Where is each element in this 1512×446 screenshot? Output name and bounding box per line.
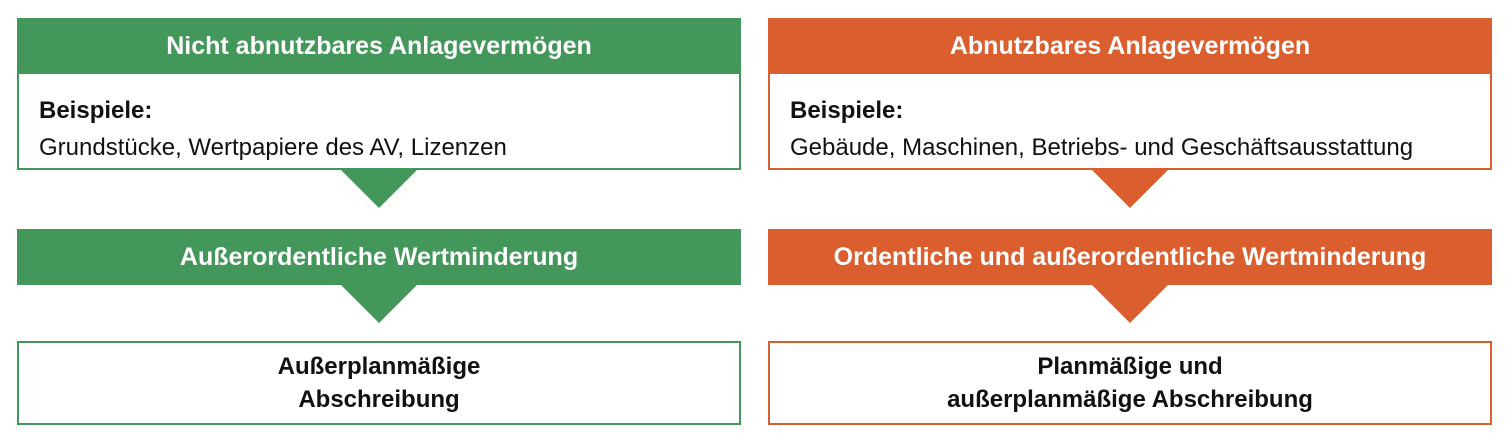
left-arrow-down-icon-2 — [341, 285, 417, 323]
left-reduction-box: Außerordentliche Wertminderung — [17, 229, 741, 285]
right-result-line2: außerplanmäßige Abschreibung — [947, 386, 1313, 413]
right-examples-text: Gebäude, Maschinen, Betriebs- und Geschä… — [790, 134, 1414, 161]
left-arrow-down-icon — [341, 170, 417, 208]
left-examples-box: Beispiele: Grundstücke, Wertpapiere des … — [17, 74, 741, 170]
right-result-box: Planmäßige und außerplanmäßige Abschreib… — [768, 341, 1492, 425]
right-header: Abnutzbares Anlagevermögen — [768, 18, 1492, 74]
right-result-line1: Planmäßige und — [1037, 353, 1223, 380]
right-examples-box: Beispiele: Gebäude, Maschinen, Betriebs-… — [768, 74, 1492, 170]
left-result-line2: Abschreibung — [298, 386, 460, 413]
right-examples-label: Beispiele: — [790, 97, 904, 124]
left-header: Nicht abnutzbares Anlagevermögen — [17, 18, 741, 74]
left-examples-label: Beispiele: — [39, 97, 153, 124]
right-column: Abnutzbares Anlagevermögen Beispiele: Ge… — [768, 18, 1492, 425]
left-examples-text: Grundstücke, Wertpapiere des AV, Lizenze… — [39, 134, 507, 161]
left-result-line1: Außerplanmäßige — [277, 353, 481, 380]
right-reduction-box: Ordentliche und außerordentliche Wertmin… — [768, 229, 1492, 285]
right-arrow-down-icon — [1092, 170, 1168, 208]
left-column: Nicht abnutzbares Anlagevermögen Beispie… — [17, 18, 741, 425]
left-result-box: Außerplanmäßige Abschreibung — [17, 341, 741, 425]
right-arrow-down-icon-2 — [1092, 285, 1168, 323]
